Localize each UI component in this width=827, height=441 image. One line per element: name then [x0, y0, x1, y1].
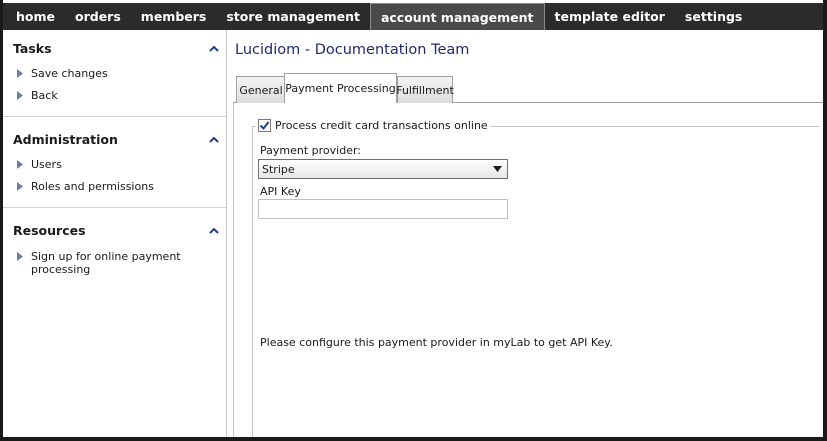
tasks-header[interactable]: Tasks [13, 38, 219, 58]
tasks-title: Tasks [13, 40, 52, 56]
resources-header[interactable]: Resources [13, 220, 219, 240]
nav-template-editor[interactable]: template editor [545, 3, 675, 30]
nav-orders[interactable]: orders [65, 3, 131, 30]
section-divider [3, 116, 227, 117]
chevron-up-icon[interactable] [209, 45, 219, 52]
triangle-right-icon [17, 160, 27, 169]
triangle-right-icon [17, 252, 27, 261]
process-online-option: Process credit card transactions online [256, 119, 490, 132]
payment-provider-select[interactable]: Stripe [258, 159, 508, 179]
sidebar-item-label: Users [31, 158, 62, 171]
triangle-right-icon [17, 182, 27, 191]
sidebar-item-roles-and-permissions[interactable]: Roles and permissions [17, 180, 191, 193]
triangle-down-icon [493, 166, 502, 172]
nav-members[interactable]: members [131, 3, 217, 30]
sidebar-item-label: Back [31, 89, 58, 102]
chevron-up-icon[interactable] [209, 227, 219, 234]
process-online-checkbox[interactable] [258, 119, 271, 132]
tab-bar: General Payment Processing Fulfillment [233, 73, 823, 103]
sidebar-item-label: Sign up for online payment processing [31, 250, 181, 276]
nav-account-management[interactable]: account management [369, 3, 545, 30]
sidebar-item-back[interactable]: Back [17, 89, 191, 102]
sidebar: Tasks Save changes Back Administration U… [3, 30, 227, 437]
checkmark-icon [259, 121, 270, 131]
configure-provider-message: Please configure this payment provider i… [260, 336, 613, 349]
tab-general[interactable]: General [236, 76, 286, 103]
chevron-up-icon[interactable] [209, 136, 219, 143]
sidebar-item-users[interactable]: Users [17, 158, 191, 171]
administration-header[interactable]: Administration [13, 129, 219, 149]
nav-home[interactable]: home [3, 3, 65, 30]
administration-title: Administration [13, 131, 118, 147]
top-nav: home orders members store management acc… [3, 3, 823, 30]
sidebar-item-save-changes[interactable]: Save changes [17, 67, 191, 80]
triangle-right-icon [17, 91, 27, 100]
section-divider [3, 207, 227, 208]
nav-store-management[interactable]: store management [216, 3, 370, 30]
page-title: Lucidiom - Documentation Team [235, 42, 470, 58]
payment-provider-value: Stripe [262, 162, 295, 176]
resources-title: Resources [13, 222, 86, 238]
triangle-right-icon [17, 69, 27, 78]
api-key-input[interactable] [258, 199, 508, 219]
payment-provider-label: Payment provider: [260, 144, 361, 157]
sidebar-item-label: Save changes [31, 67, 108, 80]
nav-settings[interactable]: settings [675, 3, 752, 30]
sidebar-item-sign-up-payment[interactable]: Sign up for online payment processing [17, 250, 191, 276]
process-online-label: Process credit card transactions online [275, 119, 488, 132]
tab-fulfillment[interactable]: Fulfillment [396, 76, 454, 103]
tab-payment-processing[interactable]: Payment Processing [284, 73, 397, 103]
api-key-label: API Key [260, 185, 301, 198]
sidebar-item-label: Roles and permissions [31, 180, 154, 193]
